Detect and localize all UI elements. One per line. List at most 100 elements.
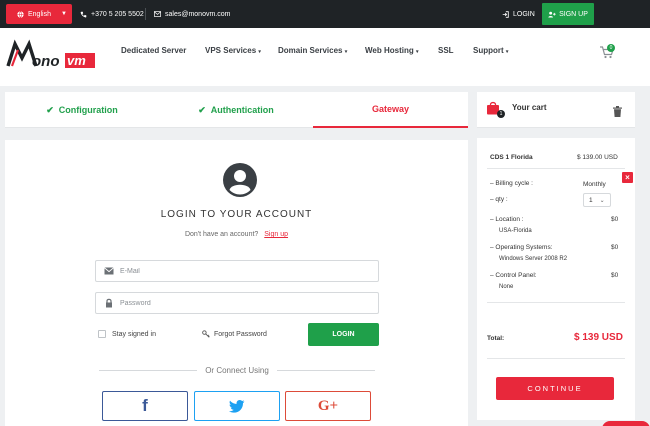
forgot-password-link[interactable]: Forgot Password xyxy=(202,330,267,338)
divider xyxy=(487,358,625,359)
email-contact[interactable]: sales@monovm.com xyxy=(154,0,230,28)
nav-support[interactable]: Support ▾ xyxy=(473,46,508,55)
os-label: – Operating Systems: xyxy=(490,244,553,251)
caret-down-icon: ▼ xyxy=(60,11,67,17)
email-field[interactable] xyxy=(95,260,379,282)
caret-down-icon: ▾ xyxy=(344,49,348,55)
total-value: $ 139 USD xyxy=(574,332,623,343)
caret-down-icon: ▾ xyxy=(505,49,509,55)
top-bar: English ▼ +370 5 205 5502 sales@monovm.c… xyxy=(0,0,650,28)
google-plus-login-button[interactable]: G+ xyxy=(285,391,371,421)
email-input[interactable] xyxy=(120,267,360,275)
step-label: Gateway xyxy=(371,104,410,114)
stay-signed-checkbox[interactable] xyxy=(98,330,106,338)
cart-count-badge: 0 xyxy=(607,44,615,52)
key-icon xyxy=(202,330,210,338)
divider xyxy=(5,128,468,140)
step-label: Authentication xyxy=(210,105,274,115)
cart-product-price: $ 139.00 USD xyxy=(577,154,618,161)
qty-label: – qty : xyxy=(490,196,508,203)
control-panel-label: – Control Panel: xyxy=(490,272,537,279)
login-link[interactable]: LOGIN xyxy=(502,0,535,28)
forgot-password-label: Forgot Password xyxy=(214,330,267,338)
os-price: $0 xyxy=(611,244,619,251)
nav-ssl[interactable]: SSL xyxy=(438,46,454,55)
nav-dedicated-server[interactable]: Dedicated Server xyxy=(121,46,186,55)
facebook-login-button[interactable]: f xyxy=(102,391,188,421)
qty-select[interactable]: 1 ⌄ xyxy=(583,193,611,207)
facebook-icon: f xyxy=(142,396,148,415)
svg-text:vm: vm xyxy=(67,53,86,68)
continue-button[interactable]: CONTINUE xyxy=(496,377,614,400)
location-price: $0 xyxy=(611,216,619,223)
stay-signed-label: Stay signed in xyxy=(112,330,156,338)
nav-vps-services[interactable]: VPS Services ▾ xyxy=(205,46,261,55)
total-label: Total: xyxy=(487,335,505,342)
check-icon: ✔ xyxy=(198,104,206,115)
user-avatar-icon xyxy=(223,163,257,197)
cart-title: Your cart xyxy=(512,103,547,112)
twitter-login-button[interactable] xyxy=(194,391,280,421)
billing-cycle-value: Monthly xyxy=(583,181,606,188)
user-plus-icon xyxy=(548,11,556,17)
step-configuration[interactable]: ✔ Configuration xyxy=(5,92,159,128)
close-icon[interactable]: × xyxy=(622,172,633,183)
check-icon: ✔ xyxy=(46,104,54,115)
caret-down-icon: ▾ xyxy=(415,49,419,55)
step-gateway[interactable]: Gateway xyxy=(313,92,468,128)
os-value: Windows Server 2008 R2 xyxy=(499,256,568,262)
language-selector[interactable]: English ▼ xyxy=(6,4,72,24)
envelope-icon xyxy=(104,267,114,275)
divider xyxy=(487,302,625,303)
login-title: LOGIN TO YOUR ACCOUNT xyxy=(160,209,313,220)
checkout-steps: ✔ Configuration ✔ Authentication Gateway xyxy=(5,92,468,128)
nav-domain-label: Domain Services xyxy=(278,46,343,55)
checkout-panel: ✔ Configuration ✔ Authentication Gateway… xyxy=(5,92,468,426)
phone-icon xyxy=(80,11,87,17)
control-panel-value: None xyxy=(499,284,514,290)
chat-widget-tab[interactable] xyxy=(602,421,650,426)
qty-value: 1 xyxy=(589,196,593,204)
divider-line xyxy=(276,369,375,371)
signup-link[interactable]: Sign up xyxy=(264,231,288,238)
location-label: – Location : xyxy=(490,216,524,223)
phone-contact[interactable]: +370 5 205 5502 xyxy=(80,0,144,28)
caret-down-icon: ▾ xyxy=(258,49,261,55)
twitter-icon xyxy=(229,399,245,413)
step-authentication[interactable]: ✔ Authentication xyxy=(159,92,313,128)
divider xyxy=(487,168,625,169)
divider xyxy=(145,8,146,20)
phone-number: +370 5 205 5502 xyxy=(91,10,144,18)
nav-support-label: Support xyxy=(473,46,504,55)
login-button[interactable]: LOGIN xyxy=(308,323,379,346)
email-address: sales@monovm.com xyxy=(165,10,231,18)
stay-signed-in[interactable]: Stay signed in xyxy=(98,330,156,338)
cart-panel: 1 Your cart CDS 1 Florida $ 139.00 USD –… xyxy=(477,92,635,420)
trash-icon[interactable] xyxy=(613,106,622,117)
connect-divider: Or Connect Using xyxy=(99,363,375,377)
nav-web-hosting[interactable]: Web Hosting ▾ xyxy=(365,46,419,55)
connect-label: Or Connect Using xyxy=(205,365,269,375)
globe-icon xyxy=(17,10,24,18)
control-panel-price: $0 xyxy=(611,272,619,279)
nav-domain-services[interactable]: Domain Services ▾ xyxy=(278,46,347,55)
location-value: USA-Florida xyxy=(499,228,532,234)
monovm-logo[interactable]: ono vm xyxy=(6,38,98,72)
google-plus-icon: G+ xyxy=(317,397,339,414)
divider xyxy=(477,128,635,138)
password-field[interactable] xyxy=(95,292,379,314)
billing-cycle-label: – Billing cycle : xyxy=(490,180,533,187)
signup-button[interactable]: SIGN UP xyxy=(542,3,594,25)
password-input[interactable] xyxy=(120,299,360,307)
login-link-label: LOGIN xyxy=(513,10,535,18)
no-account-label: Don't have an account? xyxy=(184,231,259,238)
chevron-down-icon: ⌄ xyxy=(599,197,605,204)
step-label: Configuration xyxy=(58,105,118,115)
cart-item-badge: 1 xyxy=(497,110,505,118)
no-account-text: Don't have an account? Sign up xyxy=(5,231,468,238)
cart-header: 1 Your cart xyxy=(477,92,635,128)
sign-in-icon xyxy=(502,10,509,18)
svg-text:ono: ono xyxy=(32,53,60,70)
envelope-icon xyxy=(154,11,161,17)
lock-icon xyxy=(106,298,112,308)
